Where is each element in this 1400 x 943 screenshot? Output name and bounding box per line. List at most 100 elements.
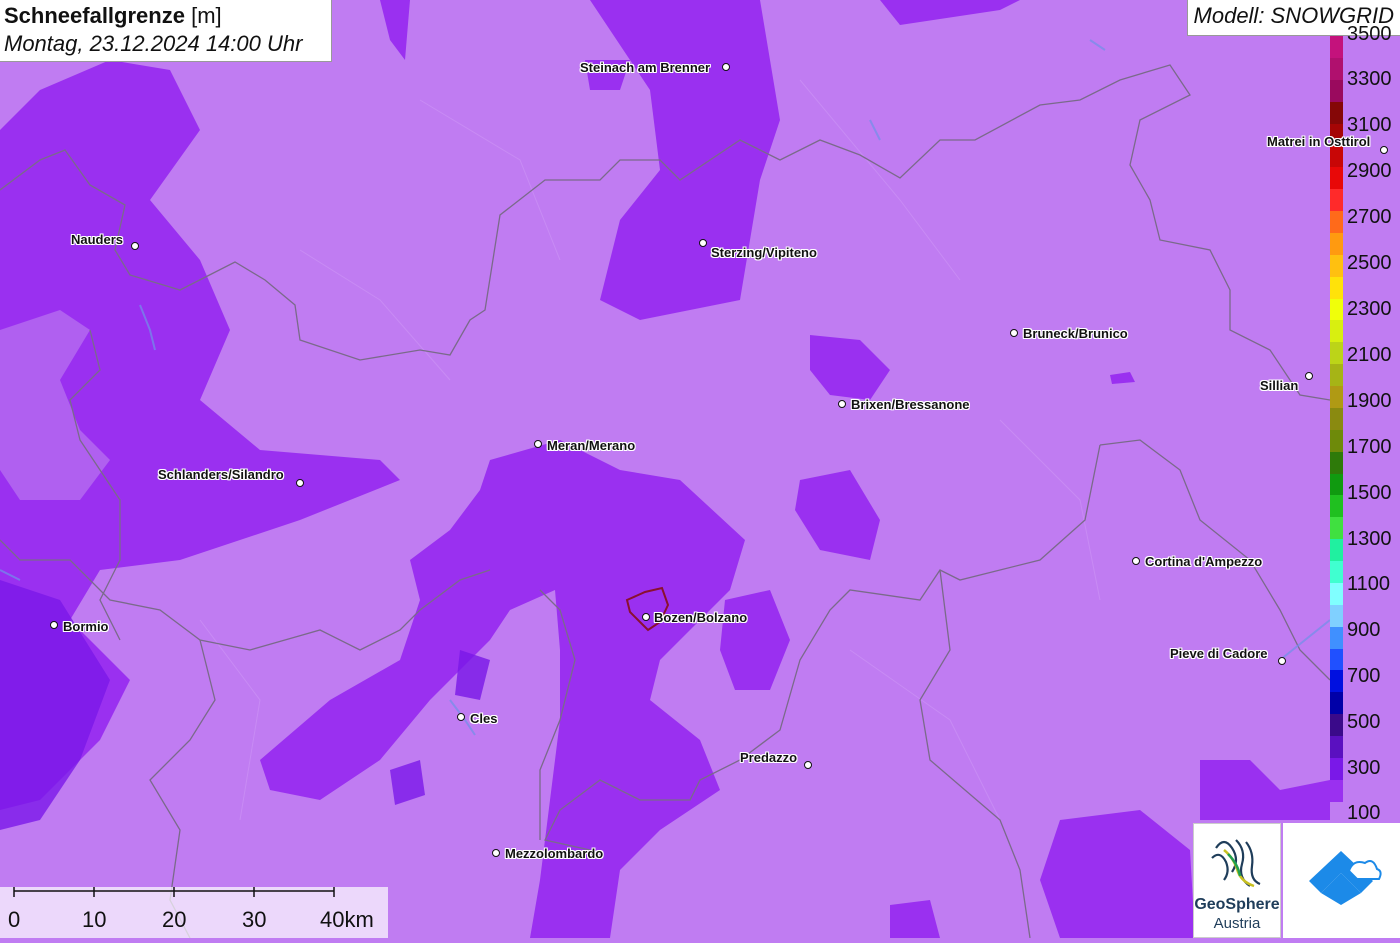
legend-color-segment bbox=[1330, 582, 1343, 605]
legend-color-segment bbox=[1330, 189, 1343, 211]
legend-color-segment bbox=[1330, 604, 1343, 627]
city-marker[interactable] bbox=[642, 613, 650, 621]
snow-app-logo[interactable] bbox=[1283, 823, 1400, 938]
legend-label: 3100 bbox=[1347, 114, 1392, 136]
legend-label: 2300 bbox=[1347, 298, 1392, 320]
scale-bar: 0 10 20 30 40km bbox=[0, 887, 388, 938]
city-label: Matrei in Osttirol bbox=[1267, 134, 1371, 149]
geosphere-mark-icon bbox=[1211, 839, 1261, 888]
city-marker[interactable] bbox=[131, 242, 139, 250]
geosphere-logo[interactable]: GeoSphere Austria bbox=[1193, 823, 1281, 938]
legend-color-segment bbox=[1330, 473, 1343, 496]
city-marker[interactable] bbox=[457, 713, 465, 721]
legend-color-segment bbox=[1330, 276, 1343, 299]
legend-label: 2100 bbox=[1347, 344, 1392, 366]
geosphere-text-1: GeoSphere bbox=[1194, 896, 1280, 913]
legend-label: 2900 bbox=[1347, 160, 1392, 182]
legend-color-segment bbox=[1330, 36, 1343, 58]
legend-color-segment bbox=[1330, 79, 1343, 102]
city-label: Steinach am Brenner bbox=[580, 60, 711, 75]
city-marker[interactable] bbox=[804, 761, 812, 769]
city-marker[interactable] bbox=[722, 63, 730, 71]
city-label: Sterzing/Vipiteno bbox=[711, 245, 817, 260]
scale-tick: 40km bbox=[320, 907, 374, 932]
city-label: Brixen/Bressanone bbox=[851, 397, 970, 412]
legend-label: 1500 bbox=[1347, 482, 1392, 504]
city-marker[interactable] bbox=[534, 440, 542, 448]
map-title-box: Schneefallgrenze [m] Montag, 23.12.2024 … bbox=[0, 0, 332, 62]
legend-color-segment bbox=[1330, 57, 1343, 80]
city-marker[interactable] bbox=[1010, 329, 1018, 337]
scale-tick: 20 bbox=[162, 907, 187, 932]
legend-color-segment bbox=[1330, 779, 1343, 802]
map-variable: Schneefallgrenze bbox=[4, 3, 185, 28]
legend-color-segment bbox=[1330, 626, 1343, 649]
city-marker[interactable] bbox=[699, 239, 707, 247]
city-label: Nauders bbox=[71, 232, 124, 247]
legend-color-segment bbox=[1330, 320, 1343, 343]
scale-tick: 30 bbox=[242, 907, 267, 932]
legend-color-segment bbox=[1330, 342, 1343, 365]
legend-label: 1700 bbox=[1347, 436, 1392, 458]
legend-color-segment bbox=[1330, 517, 1343, 540]
city-label: Bruneck/Brunico bbox=[1023, 326, 1128, 341]
legend-color-segment bbox=[1330, 648, 1343, 671]
city-marker[interactable] bbox=[492, 849, 500, 857]
legend-color-segment bbox=[1330, 298, 1343, 321]
scale-tick: 10 bbox=[82, 907, 107, 932]
city-marker[interactable] bbox=[1305, 372, 1313, 380]
legend-label: 1100 bbox=[1347, 573, 1391, 595]
city-label: Mezzolombardo bbox=[505, 846, 604, 861]
legend-color-segment bbox=[1330, 801, 1343, 824]
legend-color-segment bbox=[1330, 407, 1343, 430]
city-label: Sillian bbox=[1260, 378, 1299, 393]
scale-tick: 0 bbox=[8, 907, 21, 932]
city-label: Schlanders/Silandro bbox=[158, 467, 284, 482]
legend-color-segment bbox=[1330, 211, 1343, 233]
geosphere-text-2: Austria bbox=[1213, 915, 1261, 932]
legend-label: 700 bbox=[1347, 665, 1381, 687]
snow-arrow-icon bbox=[1309, 851, 1382, 905]
city-marker[interactable] bbox=[1132, 557, 1140, 565]
legend-label: 2500 bbox=[1347, 252, 1392, 274]
legend-color-segment bbox=[1330, 232, 1343, 255]
legend-label: 1900 bbox=[1347, 390, 1392, 412]
legend-color-segment bbox=[1330, 714, 1343, 736]
legend-color-segment bbox=[1330, 101, 1343, 124]
legend-label: 2700 bbox=[1347, 206, 1392, 228]
legend-color-segment bbox=[1330, 254, 1343, 277]
legend-color-segment bbox=[1330, 167, 1343, 190]
city-label: Cles bbox=[470, 711, 498, 726]
legend-color-segment bbox=[1330, 386, 1343, 408]
city-label: Cortina d'Ampezzo bbox=[1145, 554, 1263, 569]
legend-color-segment bbox=[1330, 757, 1343, 780]
legend-label: 1300 bbox=[1347, 528, 1392, 550]
legend-color-segment bbox=[1330, 451, 1343, 474]
city-label: Meran/Merano bbox=[547, 438, 636, 453]
city-label: Pieve di Cadore bbox=[1170, 646, 1268, 661]
color-legend: 3500 3300 3100 2900 2700 2500 2300 2100 1900 170… bbox=[1330, 24, 1400, 824]
city-marker[interactable] bbox=[296, 479, 304, 487]
legend-label: 500 bbox=[1347, 711, 1381, 733]
city-marker[interactable] bbox=[838, 400, 846, 408]
legend-label: 300 bbox=[1347, 757, 1381, 779]
map-datetime: Montag, 23.12.2024 14:00 Uhr bbox=[4, 31, 303, 56]
legend-color-segment bbox=[1330, 670, 1343, 693]
city-marker[interactable] bbox=[1380, 146, 1388, 154]
legend-label-top: 3500 bbox=[1347, 23, 1392, 45]
city-marker[interactable] bbox=[50, 621, 58, 629]
legend-color-bar bbox=[1330, 36, 1343, 824]
legend-color-segment bbox=[1330, 561, 1343, 583]
city-label: Bormio bbox=[63, 619, 109, 634]
legend-color-segment bbox=[1330, 692, 1343, 715]
legend-color-segment bbox=[1330, 539, 1343, 561]
city-marker[interactable] bbox=[1278, 657, 1286, 665]
legend-color-segment bbox=[1330, 364, 1343, 386]
legend-label: 100 bbox=[1347, 802, 1381, 824]
map-unit: [m] bbox=[191, 3, 222, 28]
legend-color-segment bbox=[1330, 495, 1343, 518]
legend-label: 900 bbox=[1347, 619, 1381, 641]
city-label: Bozen/Bolzano bbox=[654, 610, 748, 625]
legend-color-segment bbox=[1330, 429, 1343, 452]
legend-label: 3300 bbox=[1347, 68, 1392, 90]
